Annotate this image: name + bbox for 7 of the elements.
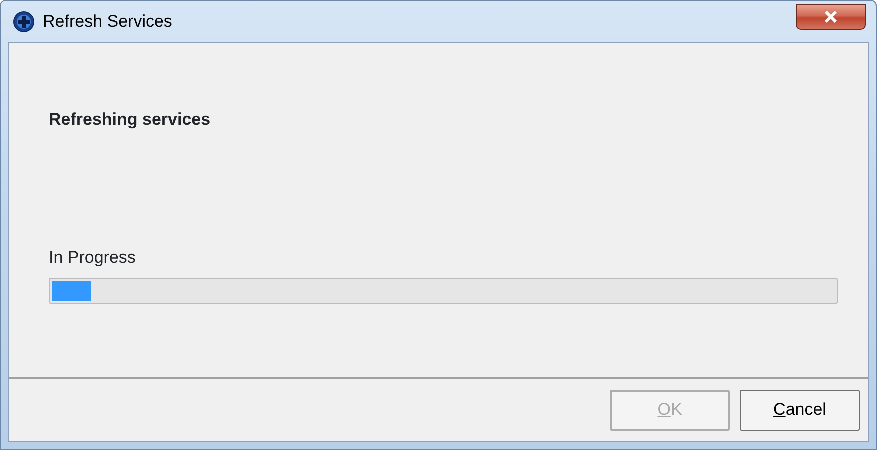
close-button[interactable] (796, 4, 866, 30)
app-icon (13, 10, 35, 32)
dialog-heading: Refreshing services (49, 109, 212, 131)
window-title: Refresh Services (43, 10, 172, 33)
progress-label: In Progress (49, 246, 137, 268)
dialog-button[interactable]: Cancel (740, 390, 860, 430)
close-icon (824, 11, 838, 23)
